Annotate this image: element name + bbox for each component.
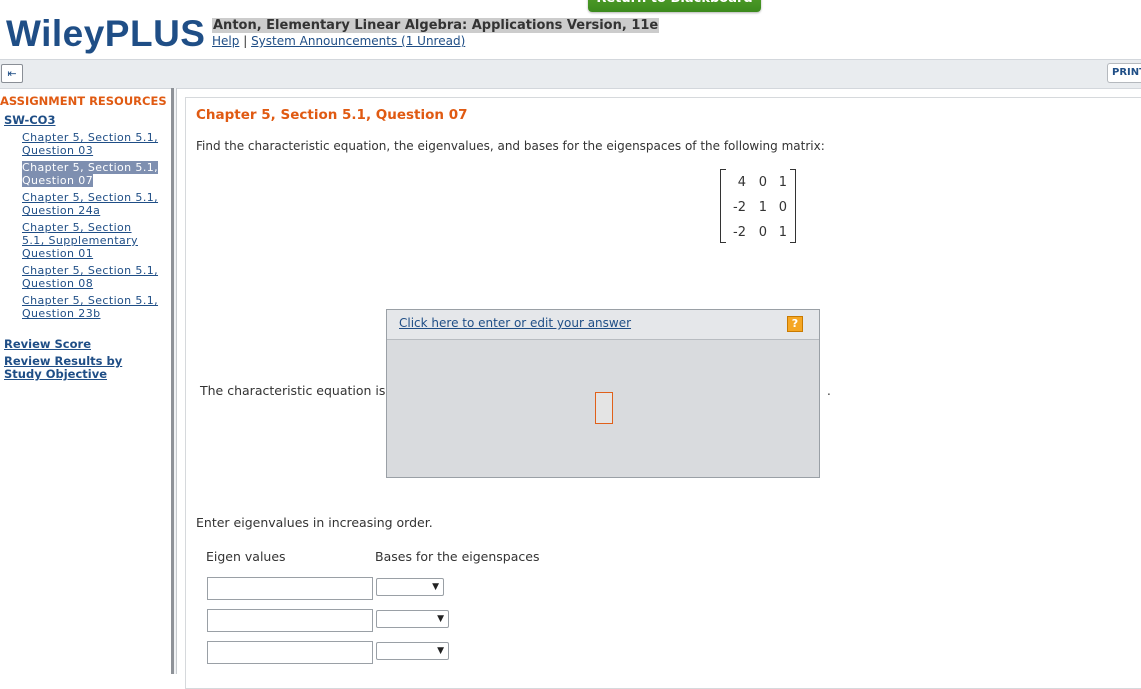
return-to-blackboard-button[interactable]: Return to Blackboard [588,0,761,12]
eigenvalue-input[interactable] [207,577,373,600]
sidebar-question-link[interactable]: Chapter 5, Section 5.1, Supplementary Qu… [22,221,142,260]
review-score-link[interactable]: Review Score [4,338,91,351]
course-title: Anton, Elementary Linear Algebra: Applic… [212,18,660,33]
wileyplus-logo: WileyPLUS [6,13,206,54]
question-title: Chapter 5, Section 5.1, Question 07 [196,107,468,123]
help-link[interactable]: Help [212,34,239,48]
equation-input-placeholder[interactable] [595,392,613,424]
sidebar-question-link[interactable]: Chapter 5, Section 5.1, Question 24a [22,191,170,217]
assignment-link[interactable]: SW-CO3 [4,113,55,127]
eigenvalue-order-note: Enter eigenvalues in increasing order. [196,515,433,530]
chevron-down-icon: ▼ [437,614,444,624]
basis-select[interactable]: ▼ [376,578,444,596]
system-announcements-link[interactable]: System Announcements (1 Unread) [251,34,465,48]
chevron-down-icon: ▼ [437,646,444,656]
matrix-cell: -2 [733,225,746,240]
header-links: Help | System Announcements (1 Unread) [212,34,465,48]
sidebar-question-link[interactable]: Chapter 5, Section 5.1, Question 23b [22,294,170,320]
assignment-resources-heading: ASSIGNMENT RESOURCES [0,94,167,108]
chevron-down-icon: ▼ [432,582,439,592]
edit-answer-link[interactable]: Click here to enter or edit your answer [399,316,631,330]
basis-select[interactable]: ▼ [376,642,449,660]
sidebar-question-link[interactable]: Chapter 5, Section 5.1, Question 08 [22,264,170,290]
question-instructions: Find the characteristic equation, the ei… [196,139,825,153]
matrix-cell: 0 [758,225,767,240]
help-icon[interactable]: ? [787,316,803,332]
sentence-period: . [827,384,831,398]
characteristic-equation-label: The characteristic equation is [200,383,386,398]
matrix-cell: 0 [758,175,767,190]
matrix-cell: 4 [737,175,746,190]
toolbar [0,59,1141,89]
matrix-cell: 1 [758,200,767,215]
print-button[interactable]: PRINT [1107,63,1141,83]
eigenvalue-input[interactable] [207,641,373,664]
eigenvalues-column-header: Eigen values [206,549,286,564]
header-separator: | [243,34,248,48]
matrix: 4 0 1 -2 1 0 -2 0 1 [720,169,796,243]
review-results-link[interactable]: Review Results by Study Objective [4,355,129,381]
bases-column-header: Bases for the eigenspaces [375,549,540,564]
basis-select[interactable]: ▼ [376,610,449,628]
collapse-sidebar-icon[interactable]: ⇤ [1,64,23,83]
matrix-cell: 1 [778,225,787,240]
sidebar-question-link-active[interactable]: Chapter 5, Section 5.1, Question 07 [22,161,170,187]
sidebar-divider[interactable] [171,88,177,674]
matrix-cell: 1 [778,175,787,190]
matrix-cell: -2 [733,200,746,215]
sidebar-question-link[interactable]: Chapter 5, Section 5.1, Question 03 [22,131,170,157]
eigenvalue-input[interactable] [207,609,373,632]
matrix-cell: 0 [778,200,787,215]
